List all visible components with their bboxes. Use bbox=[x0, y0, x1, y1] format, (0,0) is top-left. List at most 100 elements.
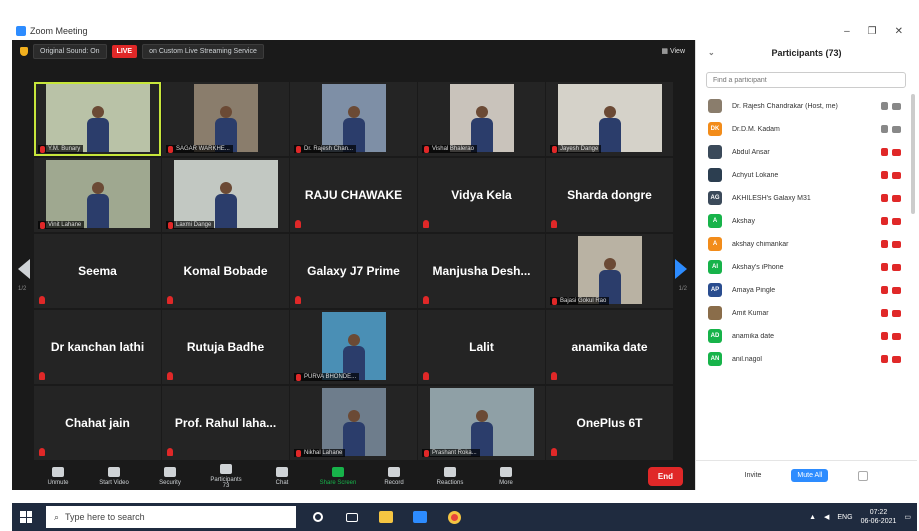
participant-name: anil.nagol bbox=[732, 355, 762, 363]
participant-tile[interactable]: Bajasi Gokul Rao bbox=[546, 234, 673, 308]
video-label: Start Video bbox=[99, 479, 129, 486]
participant-tile[interactable]: Komal Bobade bbox=[162, 234, 289, 308]
avatar bbox=[708, 145, 722, 159]
network-icon[interactable]: ▲ bbox=[809, 514, 816, 521]
participant-tile[interactable]: Chahat jain bbox=[34, 386, 161, 460]
participant-tile[interactable]: Nikhal Lahane bbox=[290, 386, 417, 460]
participant-tile[interactable]: Prof. Rahul laha... bbox=[162, 386, 289, 460]
record-icon bbox=[388, 466, 400, 477]
participant-row[interactable]: Abdul Ansar bbox=[696, 141, 917, 163]
unmute-button[interactable]: Unmute bbox=[30, 466, 86, 486]
taskbar-search-box[interactable]: ⌕ Type here to search bbox=[46, 506, 296, 528]
prev-page-arrow-icon[interactable] bbox=[16, 258, 32, 280]
security-label: Security bbox=[159, 479, 181, 486]
mic-off-icon bbox=[881, 263, 888, 271]
participant-row[interactable]: AD anamika date bbox=[696, 325, 917, 347]
mic-off-icon bbox=[881, 125, 888, 133]
participant-row[interactable]: AN anil.nagol bbox=[696, 348, 917, 370]
volume-icon[interactable]: ◀ bbox=[824, 513, 829, 521]
participant-tile[interactable]: Seema bbox=[34, 234, 161, 308]
participant-tile[interactable]: Dr kanchan lathi bbox=[34, 310, 161, 384]
participant-row[interactable]: Aakshay chimankar bbox=[696, 233, 917, 255]
live-badge[interactable]: LIVE bbox=[111, 44, 138, 58]
file-explorer-icon[interactable] bbox=[374, 505, 398, 529]
participant-row[interactable]: AI Akshay's iPhone bbox=[696, 256, 917, 278]
clock[interactable]: 07:22 06-06-2021 bbox=[861, 508, 897, 526]
participant-tile[interactable]: OnePlus 6T bbox=[546, 386, 673, 460]
participant-row[interactable]: AP Amaya Pingle bbox=[696, 279, 917, 301]
view-label: View bbox=[669, 48, 685, 55]
participant-name: anamika date bbox=[732, 332, 775, 340]
participant-tile[interactable]: Prashant Roka... bbox=[418, 386, 545, 460]
minimize-button[interactable]: – bbox=[844, 26, 850, 37]
task-view-icon[interactable] bbox=[340, 505, 364, 529]
participant-tile[interactable]: Jayesh Dange bbox=[546, 82, 673, 156]
chat-label: Chat bbox=[275, 479, 289, 486]
participant-tile[interactable]: Manjusha Desh... bbox=[418, 234, 545, 308]
maximize-button[interactable]: ❐ bbox=[868, 26, 877, 37]
streaming-service-dropdown[interactable]: on Custom Live Streaming Service bbox=[142, 43, 264, 59]
participants-footer: Invite Mute All bbox=[696, 460, 917, 490]
original-sound-toggle[interactable]: Original Sound: On bbox=[33, 43, 107, 59]
participant-row[interactable]: AG AKHILESH's Galaxy M31 bbox=[696, 187, 917, 209]
start-button[interactable] bbox=[12, 503, 40, 531]
share-button[interactable]: Share Screen bbox=[310, 466, 366, 486]
video-button[interactable]: Start Video bbox=[86, 466, 142, 486]
participant-row[interactable]: A Akshay bbox=[696, 210, 917, 232]
tile-participant-name: Dr kanchan lathi bbox=[50, 340, 145, 354]
video-off-icon bbox=[892, 149, 901, 156]
chrome-icon[interactable] bbox=[442, 505, 466, 529]
participant-status-icons bbox=[881, 171, 909, 179]
participant-tile[interactable]: SAGAR WARKHE... bbox=[162, 82, 289, 156]
chat-button[interactable]: Chat bbox=[254, 466, 310, 486]
reactions-button[interactable]: Reactions bbox=[422, 466, 478, 486]
invite-button[interactable]: Invite bbox=[745, 472, 762, 479]
mic-off-icon bbox=[881, 286, 888, 294]
next-page-arrow-icon[interactable] bbox=[673, 258, 689, 280]
participant-row[interactable]: Amit Kumar bbox=[696, 302, 917, 324]
shield-icon[interactable] bbox=[20, 46, 28, 56]
participant-tile[interactable]: Dr. Rajesh Chan... bbox=[290, 82, 417, 156]
participant-tile[interactable]: RAJU CHAWAKE bbox=[290, 158, 417, 232]
participant-tile[interactable]: Vidya Kela bbox=[418, 158, 545, 232]
language-indicator[interactable]: ENG bbox=[837, 514, 852, 521]
participant-tile[interactable]: Sharda dongre bbox=[546, 158, 673, 232]
video-feed bbox=[194, 84, 258, 152]
chevron-down-icon[interactable]: ⌄ bbox=[708, 48, 715, 57]
participant-row[interactable]: Dr. Rajesh Chandrakar (Host, me) bbox=[696, 95, 917, 117]
zoom-taskbar-icon[interactable] bbox=[408, 505, 432, 529]
end-meeting-button[interactable]: End bbox=[647, 466, 683, 486]
participant-tile[interactable]: Vishal Bhalerao bbox=[418, 82, 545, 156]
participant-tile[interactable]: PURVA BHONDE... bbox=[290, 310, 417, 384]
tile-participant-name: anamika date bbox=[571, 340, 648, 354]
person-figure bbox=[213, 182, 239, 228]
participant-tile[interactable]: Y.M. Bunary bbox=[34, 82, 161, 156]
record-button[interactable]: Record bbox=[366, 466, 422, 486]
mute-all-button[interactable]: Mute All bbox=[791, 469, 829, 482]
participant-status-icons bbox=[881, 263, 909, 271]
panel-scrollbar[interactable] bbox=[911, 94, 915, 214]
tile-participant-name: Chahat jain bbox=[65, 416, 130, 430]
more-button[interactable]: More bbox=[478, 466, 534, 486]
participant-tile[interactable]: Vinit Lahane bbox=[34, 158, 161, 232]
view-button[interactable]: ▦ View bbox=[661, 47, 685, 55]
participant-tile[interactable]: Rutuja Badhe bbox=[162, 310, 289, 384]
tile-participant-name: Komal Bobade bbox=[183, 264, 268, 278]
participants-button[interactable]: Participants 73 bbox=[198, 463, 254, 489]
participant-row[interactable]: DK Dr.D.M. Kadam bbox=[696, 118, 917, 140]
muted-mic-icon bbox=[167, 296, 173, 304]
close-button[interactable]: ✕ bbox=[895, 26, 903, 37]
participant-tile[interactable]: Laxmi Dange bbox=[162, 158, 289, 232]
tile-name-tag: SAGAR WARKHE... bbox=[166, 145, 233, 153]
participant-status-icons bbox=[881, 332, 909, 340]
cortana-icon[interactable] bbox=[306, 505, 330, 529]
participant-tile[interactable]: Galaxy J7 Prime bbox=[290, 234, 417, 308]
participant-tile[interactable]: anamika date bbox=[546, 310, 673, 384]
participant-row[interactable]: Achyut Lokane bbox=[696, 164, 917, 186]
more-options-icon[interactable] bbox=[858, 470, 869, 481]
participant-tile[interactable]: Lalit bbox=[418, 310, 545, 384]
security-button[interactable]: Security bbox=[142, 466, 198, 486]
notifications-icon[interactable]: ▭ bbox=[904, 513, 911, 521]
find-participant-input[interactable] bbox=[706, 72, 906, 88]
participant-status-icons bbox=[881, 148, 909, 156]
